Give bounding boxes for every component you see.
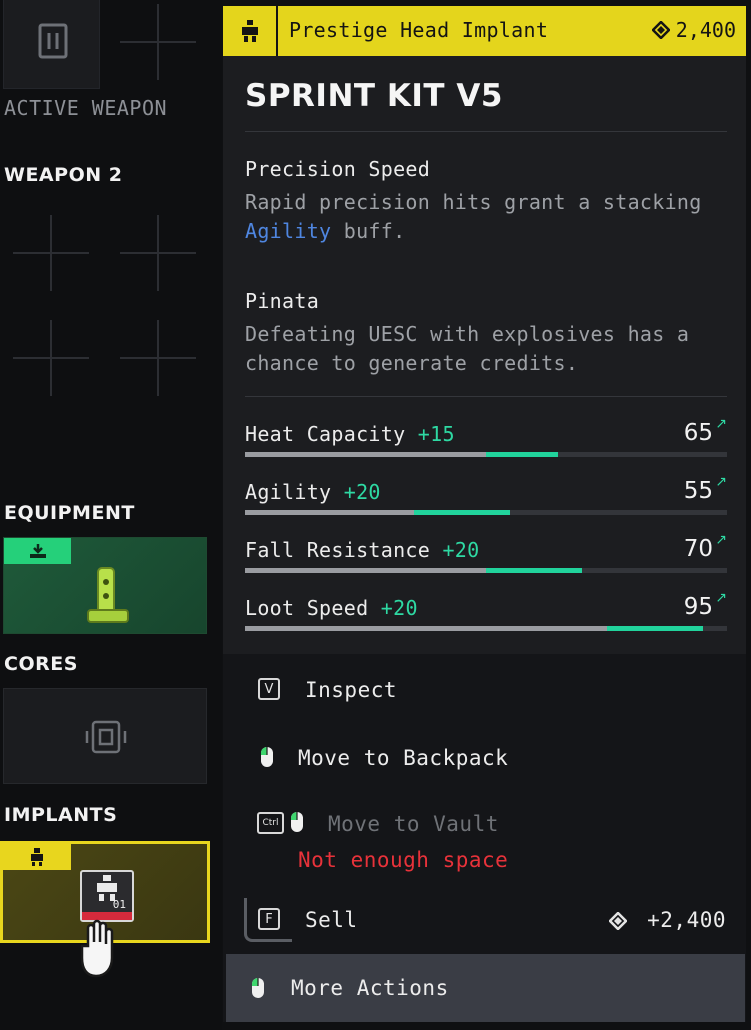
cores-heading: CORES xyxy=(4,653,78,675)
item-type: Prestige Head Implant xyxy=(289,18,549,42)
weapon2-slot-3[interactable] xyxy=(13,320,89,396)
stat-up-arrow-icon: ↗ xyxy=(715,474,727,490)
stat-row: Fall Resistance +20 70 ↗ xyxy=(245,532,727,596)
item-price-value: 2,400 xyxy=(675,18,736,42)
cores-slot[interactable] xyxy=(3,688,207,784)
move-to-backpack-label: Move to Backpack xyxy=(298,746,509,770)
stat-value: 95 xyxy=(683,594,713,620)
agility-keyword: Agility xyxy=(245,219,332,243)
move-to-vault-label: Move to Vault xyxy=(328,812,499,836)
tooltip-header: Prestige Head Implant 2,400 xyxy=(223,6,746,56)
more-actions-label: More Actions xyxy=(291,976,449,1000)
stat-bar xyxy=(245,452,727,457)
weapon-slot-icon xyxy=(38,23,68,59)
credits-icon xyxy=(609,912,627,930)
loadout-column: ACTIVE WEAPON WEAPON 2 EQUIPMENT CORES I… xyxy=(0,0,222,1030)
equipment-slot[interactable] xyxy=(3,537,207,634)
mouse-left-click-icon xyxy=(291,812,303,832)
item-name: SPRINT KIT V5 xyxy=(245,78,503,114)
item-tooltip: Prestige Head Implant 2,400 SPRINT KIT V… xyxy=(223,6,746,654)
credits-icon xyxy=(651,21,670,39)
active-weapon-slot[interactable] xyxy=(3,0,100,89)
stat-row: Agility +20 55 ↗ xyxy=(245,474,727,538)
ctrl-key-icon: Ctrl xyxy=(257,812,284,834)
sell-amount: +2,400 xyxy=(647,908,726,932)
item-actions-menu: V Inspect Move to Backpack Ctrl Move to … xyxy=(223,654,746,1022)
active-weapon-label: ACTIVE WEAPON xyxy=(4,96,168,120)
sell-action[interactable]: F Sell +2,400 xyxy=(223,894,746,946)
sell-label: Sell xyxy=(305,908,358,932)
implant-slot-badge: 01 xyxy=(112,898,126,911)
hand-cursor-icon xyxy=(80,919,114,978)
inspect-action[interactable]: V Inspect xyxy=(223,668,746,718)
perk-2-title: Pinata xyxy=(245,289,320,313)
f-key-icon: F xyxy=(258,908,280,930)
move-to-backpack-action[interactable]: Move to Backpack xyxy=(223,736,746,786)
perk-1-description: Rapid precision hits grant a stacking Ag… xyxy=(245,190,702,243)
stat-up-arrow-icon: ↗ xyxy=(715,590,727,606)
download-icon xyxy=(29,544,46,558)
perk-1-title: Precision Speed xyxy=(245,157,431,181)
implants-heading: IMPLANTS xyxy=(4,804,118,826)
stat-bar xyxy=(245,510,727,515)
mouse-left-click-icon xyxy=(252,978,264,998)
equipment-heading: EQUIPMENT xyxy=(4,502,135,524)
stat-row: Loot Speed +20 95 ↗ xyxy=(245,590,727,654)
stat-bar xyxy=(245,568,727,573)
stat-value: 55 xyxy=(683,478,713,504)
v-key-icon: V xyxy=(258,678,280,700)
stat-value: 70 xyxy=(683,536,713,562)
more-actions-button[interactable]: More Actions xyxy=(226,954,745,1022)
mouse-left-click-icon xyxy=(261,747,273,767)
move-to-vault-action[interactable]: Ctrl Move to Vault xyxy=(223,804,746,884)
stats-divider xyxy=(245,396,727,397)
equipment-tag xyxy=(4,538,71,564)
weapon2-slot-2[interactable] xyxy=(120,215,196,291)
perk-2-description: Defeating UESC with explosives has a cha… xyxy=(245,322,690,375)
weapon2-slot-4[interactable] xyxy=(120,320,196,396)
empty-slot-plus-icon[interactable] xyxy=(120,4,196,80)
implant-slot-selected[interactable]: 01 xyxy=(0,841,210,978)
stat-up-arrow-icon: ↗ xyxy=(715,532,727,548)
weapon2-slot-1[interactable] xyxy=(13,215,89,291)
implant-icon xyxy=(31,848,43,866)
stat-row: Heat Capacity +15 65 ↗ xyxy=(245,416,727,480)
item-price: 2,400 xyxy=(651,18,736,42)
implant-type-icon xyxy=(241,20,258,42)
implant-tag xyxy=(3,844,71,870)
implant-item-card: 01 xyxy=(80,870,134,922)
stat-value: 65 xyxy=(683,420,713,446)
stat-bar xyxy=(245,626,727,631)
inspect-label: Inspect xyxy=(305,678,398,702)
equipment-item-image xyxy=(87,567,129,623)
implant-type-icon-box xyxy=(223,6,278,56)
not-enough-space-warning: Not enough space xyxy=(298,848,509,872)
stat-up-arrow-icon: ↗ xyxy=(715,416,727,432)
name-divider xyxy=(245,131,727,132)
weapon2-heading: WEAPON 2 xyxy=(4,164,123,186)
core-slot-icon xyxy=(85,720,127,754)
